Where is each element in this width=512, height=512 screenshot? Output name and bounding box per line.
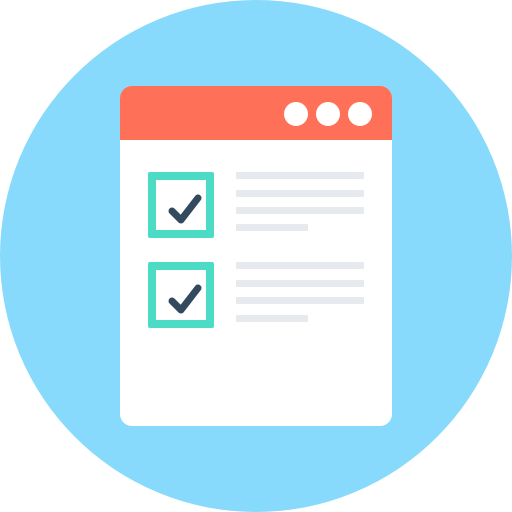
text-line: [236, 207, 364, 214]
browser-window: [120, 86, 392, 426]
text-line: [236, 280, 364, 287]
text-line: [236, 262, 364, 269]
checkmark-icon: [168, 284, 202, 314]
checkbox-1: [148, 172, 214, 238]
checklist-icon-stage: [0, 0, 512, 512]
text-line: [236, 190, 364, 197]
titlebar-dot-2: [316, 102, 340, 126]
checkbox-2: [148, 262, 214, 328]
titlebar-dot-1: [284, 102, 308, 126]
text-line: [236, 224, 308, 231]
text-line: [236, 297, 364, 304]
text-line: [236, 172, 364, 179]
text-line: [236, 315, 308, 322]
window-titlebar: [120, 86, 392, 140]
titlebar-dot-3: [348, 102, 372, 126]
checkmark-icon: [168, 194, 202, 224]
